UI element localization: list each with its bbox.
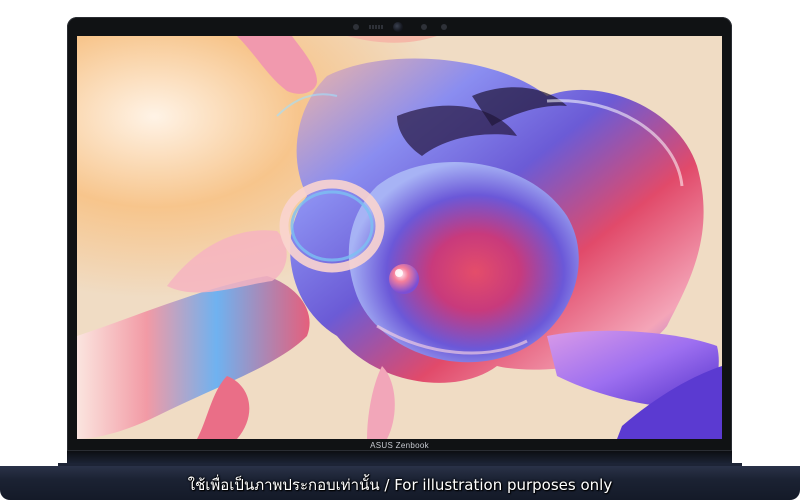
sensor-dot [440,24,447,30]
webcam-array [325,21,475,33]
product-image: ASUS Zenbook ใช้เพื่อเป็นภาพประกอบเท่านั… [0,0,800,500]
sensor-dot [352,24,359,30]
laptop-lid: ASUS Zenbook [67,17,732,451]
brand-label: ASUS Zenbook [370,441,429,450]
sensor-dot [420,24,427,30]
hinge [67,451,732,463]
ir-sensor [368,25,383,29]
abstract-liquid-glass-icon [77,36,722,439]
illustration-caption: ใช้เพื่อเป็นภาพประกอบเท่านั้น / For illu… [187,476,613,494]
laptop-screen [77,36,722,439]
webcam-icon [392,22,403,32]
